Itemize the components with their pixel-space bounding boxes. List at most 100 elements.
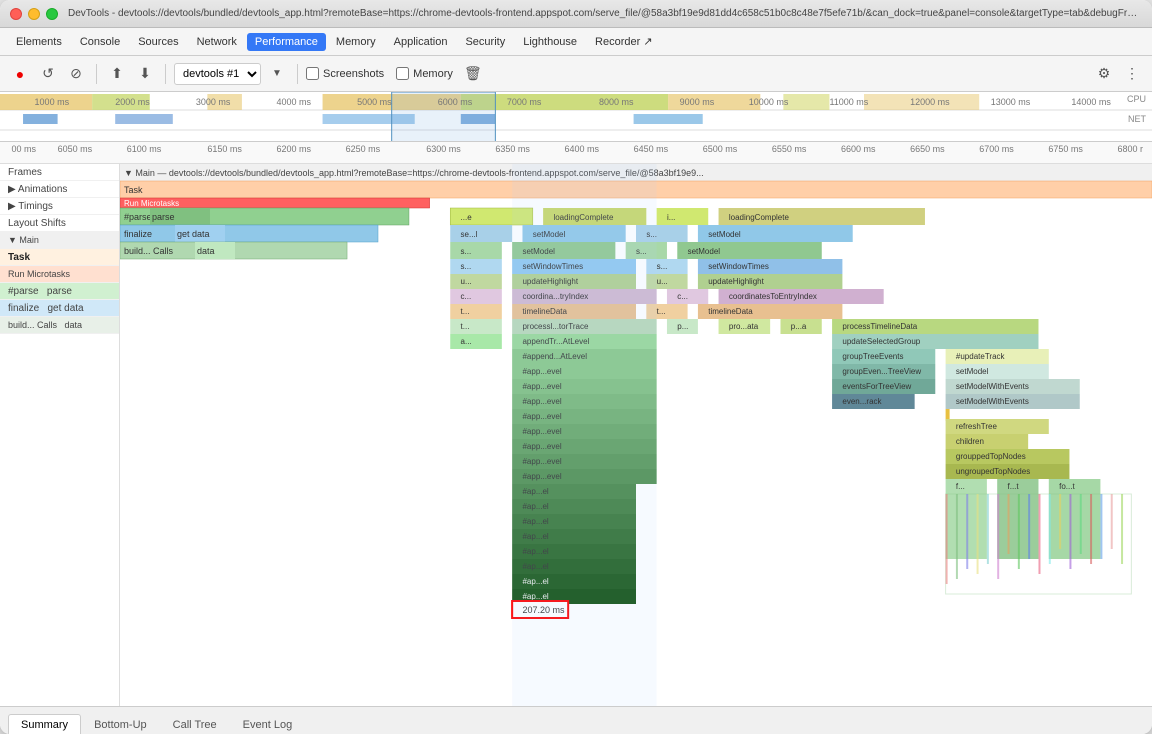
svg-text:se...l: se...l [461,230,478,239]
svg-text:t...: t... [657,307,666,316]
settings-button[interactable]: ⚙ [1092,62,1116,86]
svg-text:1000 ms: 1000 ms [35,97,70,107]
svg-text:6500 ms: 6500 ms [703,144,738,154]
memory-label[interactable]: Memory [396,67,453,80]
svg-text:c...: c... [677,292,688,301]
svg-text:3000 ms: 3000 ms [196,97,231,107]
menu-recorder[interactable]: Recorder ↗ [587,32,661,51]
label-animations[interactable]: ▶ Animations [0,181,119,198]
svg-text:c...: c... [461,292,472,301]
svg-text:finalize: finalize [124,229,152,239]
svg-text:14000 ms: 14000 ms [1071,97,1111,107]
svg-text:setModelWithEvents: setModelWithEvents [956,397,1029,406]
label-run-microtasks: Run Microtasks [0,266,119,283]
menu-memory[interactable]: Memory [328,33,384,51]
menu-performance[interactable]: Performance [247,33,326,51]
devtools-target-select[interactable]: devtools #1 [174,63,261,85]
svg-text:build... Calls: build... Calls [124,246,174,256]
menu-security[interactable]: Security [457,33,513,51]
svg-text:setModelWithEvents: setModelWithEvents [956,382,1029,391]
menu-elements[interactable]: Elements [8,33,70,51]
svg-text:even...rack: even...rack [842,397,882,406]
svg-text:2000 ms: 2000 ms [115,97,150,107]
menu-sources[interactable]: Sources [130,33,186,51]
label-layout-shifts: Layout Shifts [0,215,119,232]
devtools-window: DevTools - devtools://devtools/bundled/d… [0,0,1152,734]
label-main-thread: ▼ Main [0,232,119,249]
more-button[interactable]: ⋮ [1120,62,1144,86]
svg-text:10000 ms: 10000 ms [749,97,789,107]
screenshots-label[interactable]: Screenshots [306,67,384,80]
svg-text:7000 ms: 7000 ms [507,97,542,107]
toolbar-right: ⚙ ⋮ [1092,62,1144,86]
overview-ruler-svg: 1000 ms 2000 ms 3000 ms 4000 ms 5000 ms … [0,92,1152,110]
tab-event-log[interactable]: Event Log [230,714,306,734]
svg-text:6300 ms: 6300 ms [426,144,461,154]
label-finalize: finalize get data [0,300,119,317]
svg-text:loadingComplete: loadingComplete [729,213,790,222]
svg-text:coordinatesToEntryIndex: coordinatesToEntryIndex [729,292,817,301]
svg-text:6650 ms: 6650 ms [910,144,945,154]
svg-text:p...: p... [677,322,688,331]
target-expand-button[interactable]: ▼ [265,62,289,86]
menu-application[interactable]: Application [386,33,456,51]
screenshots-checkbox[interactable] [306,67,319,80]
tab-bottom-up[interactable]: Bottom-Up [81,714,160,734]
svg-text:get data: get data [177,229,210,239]
svg-text:t...: t... [461,307,470,316]
svg-text:updateSelectedGroup: updateSelectedGroup [842,337,920,346]
flamechart-container: Frames ▶ Animations ▶ Timings Layout Shi… [0,164,1152,706]
perf-content: Frames ▶ Animations ▶ Timings Layout Shi… [0,164,1152,706]
flamechart-svg: ▼ Main — devtools://devtools/bundled/dev… [120,164,1152,706]
svg-text:#updateTrack: #updateTrack [956,352,1006,361]
label-frames: Frames [0,164,119,181]
timeline-overview[interactable]: CPU NET 1000 ms [0,92,1152,142]
download-button[interactable]: ⬇ [133,62,157,86]
toolbar-divider-3 [297,64,298,84]
svg-text:6350 ms: 6350 ms [495,144,530,154]
svg-text:parse: parse [152,212,175,222]
svg-text:setModel: setModel [956,367,989,376]
svg-text:grouppedTopNodes: grouppedTopNodes [956,452,1026,461]
bottom-tabs: Summary Bottom-Up Call Tree Event Log [0,706,1152,734]
menu-lighthouse[interactable]: Lighthouse [515,33,585,51]
svg-text:00 ms: 00 ms [12,144,37,154]
svg-text:6550 ms: 6550 ms [772,144,807,154]
tab-call-tree[interactable]: Call Tree [160,714,230,734]
upload-button[interactable]: ⬆ [105,62,129,86]
svg-text:a...: a... [461,337,472,346]
svg-text:6000 ms: 6000 ms [438,97,473,107]
svg-text:6250 ms: 6250 ms [346,144,381,154]
flamechart-canvas[interactable]: ▼ Main — devtools://devtools/bundled/dev… [120,164,1152,706]
svg-text:6750 ms: 6750 ms [1048,144,1083,154]
record-button[interactable]: ● [8,62,32,86]
clear-button[interactable]: ⊘ [64,62,88,86]
window-title: DevTools - devtools://devtools/bundled/d… [68,8,1142,19]
reload-button[interactable]: ↺ [36,62,60,86]
svg-text:updateHighlight: updateHighlight [708,277,764,286]
menu-bar: Elements Console Sources Network Perform… [0,28,1152,56]
svg-text:13000 ms: 13000 ms [991,97,1031,107]
label-timings[interactable]: ▶ Timings [0,198,119,215]
svg-text:children: children [956,437,984,446]
menu-console[interactable]: Console [72,33,128,51]
svg-text:4000 ms: 4000 ms [276,97,311,107]
svg-text:setModel: setModel [688,247,721,256]
tab-summary[interactable]: Summary [8,714,81,734]
svg-text:refreshTree: refreshTree [956,422,998,431]
maximize-button[interactable] [46,8,58,20]
perf-main: Frames ▶ Animations ▶ Timings Layout Shi… [0,164,1152,734]
detail-ruler-svg: 00 ms 6050 ms 6100 ms 6150 ms 6200 ms 62… [0,142,1152,160]
svg-text:6700 ms: 6700 ms [979,144,1014,154]
minimize-button[interactable] [28,8,40,20]
memory-checkbox[interactable] [396,67,409,80]
svg-text:12000 ms: 12000 ms [910,97,950,107]
delete-recordings-button[interactable]: 🗑 [461,62,485,86]
close-button[interactable] [10,8,22,20]
svg-text:setModel: setModel [708,230,741,239]
svg-text:setWindowTimes: setWindowTimes [708,262,769,271]
svg-text:i...: i... [667,213,675,222]
menu-network[interactable]: Network [189,33,245,51]
svg-text:u...: u... [461,277,472,286]
svg-text:6400 ms: 6400 ms [564,144,599,154]
